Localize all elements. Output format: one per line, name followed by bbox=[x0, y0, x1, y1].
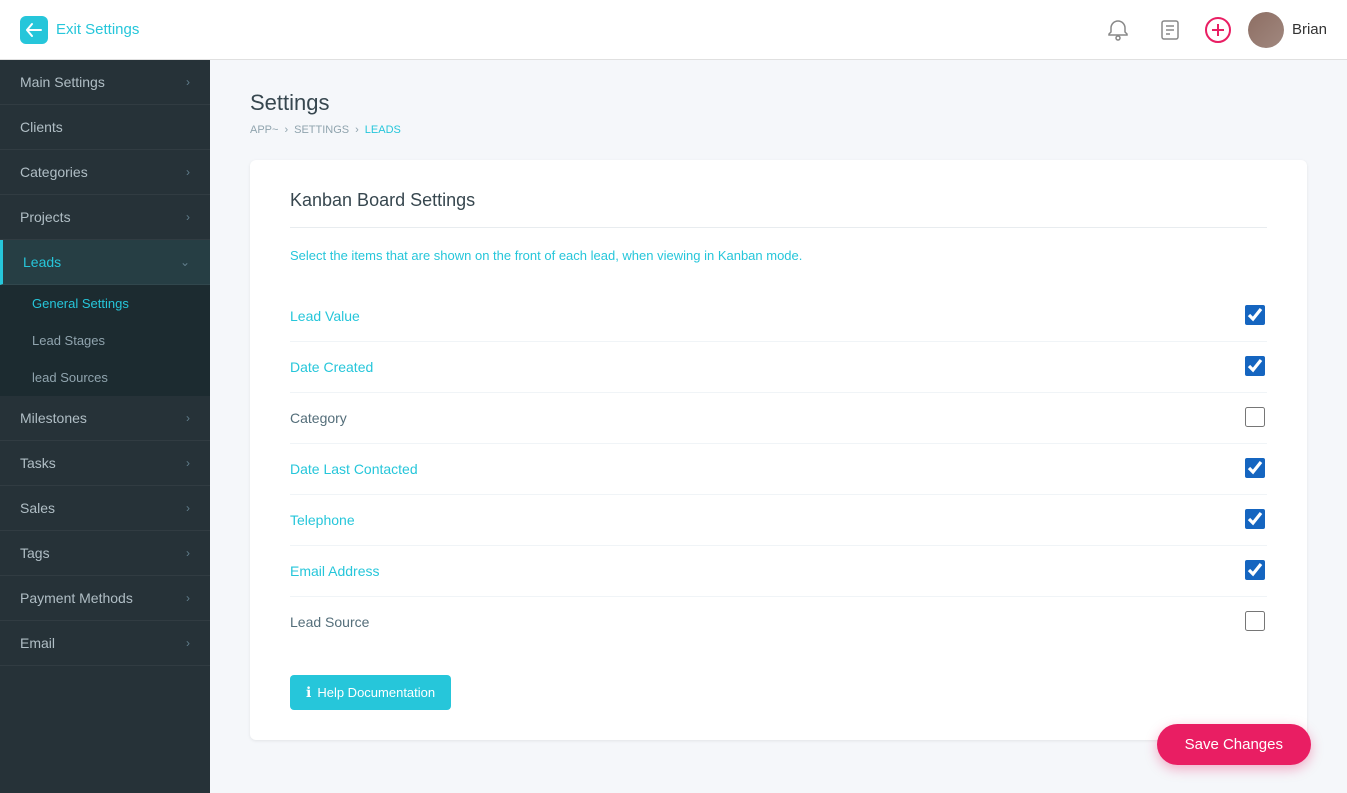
chevron-right-icon: › bbox=[186, 210, 190, 224]
sidebar-item-milestones[interactable]: Milestones › bbox=[0, 396, 210, 441]
sidebar-item-projects[interactable]: Projects › bbox=[0, 195, 210, 240]
chevron-right-icon: › bbox=[186, 411, 190, 425]
checkbox-telephone[interactable] bbox=[1245, 509, 1265, 529]
page-title: Settings bbox=[250, 90, 1307, 116]
checkbox-row: Category bbox=[290, 393, 1267, 444]
field-label-date-created: Date Created bbox=[290, 359, 1245, 375]
sidebar-item-tags[interactable]: Tags › bbox=[0, 531, 210, 576]
user-info[interactable]: Brian bbox=[1248, 12, 1327, 48]
sidebar-item-lead-stages[interactable]: Lead Stages bbox=[0, 322, 210, 359]
sidebar-item-leads[interactable]: Leads ⌄ bbox=[0, 240, 210, 285]
sidebar-item-payment-methods[interactable]: Payment Methods › bbox=[0, 576, 210, 621]
sidebar-item-sales[interactable]: Sales › bbox=[0, 486, 210, 531]
avatar bbox=[1248, 12, 1284, 48]
help-documentation-button[interactable]: ℹ Help Documentation bbox=[290, 675, 451, 710]
field-label-lead-value: Lead Value bbox=[290, 308, 1245, 324]
checkbox-row: Telephone bbox=[290, 495, 1267, 546]
info-icon: ℹ bbox=[306, 684, 311, 701]
card-footer: ℹ Help Documentation bbox=[290, 675, 1267, 710]
checkbox-row: Date Created bbox=[290, 342, 1267, 393]
chevron-right-icon: › bbox=[186, 75, 190, 89]
checkbox-row: Lead Value bbox=[290, 291, 1267, 342]
card-title: Kanban Board Settings bbox=[290, 190, 1267, 228]
sidebar-item-categories[interactable]: Categories › bbox=[0, 150, 210, 195]
checkbox-category[interactable] bbox=[1245, 407, 1265, 427]
sidebar-item-email[interactable]: Email › bbox=[0, 621, 210, 666]
checkbox-date-last-contacted[interactable] bbox=[1245, 458, 1265, 478]
checkbox-row: Email Address bbox=[290, 546, 1267, 597]
checkbox-lead-source[interactable] bbox=[1245, 611, 1265, 631]
breadcrumb-settings: SETTINGS bbox=[294, 124, 349, 136]
checkbox-row: Date Last Contacted bbox=[290, 444, 1267, 495]
card-description: Select the items that are shown on the f… bbox=[290, 248, 1267, 263]
exit-settings-button[interactable]: Exit Settings bbox=[20, 16, 139, 44]
field-label-lead-source: Lead Source bbox=[290, 614, 1245, 630]
chevron-right-icon: › bbox=[186, 501, 190, 515]
breadcrumb-app: APP~ bbox=[250, 124, 278, 136]
chevron-right-icon: › bbox=[186, 546, 190, 560]
top-header: Exit Settings bbox=[0, 0, 1347, 60]
checkbox-lead-value[interactable] bbox=[1245, 305, 1265, 325]
add-button[interactable] bbox=[1204, 16, 1232, 44]
notes-button[interactable] bbox=[1152, 12, 1188, 48]
sidebar-item-general-settings[interactable]: General Settings bbox=[0, 285, 210, 322]
sidebar-sub-leads: General Settings Lead Stages lead Source… bbox=[0, 285, 210, 396]
header-right: Brian bbox=[1100, 12, 1327, 48]
chevron-down-icon: ⌄ bbox=[180, 255, 190, 269]
chevron-right-icon: › bbox=[186, 591, 190, 605]
breadcrumb: APP~ › SETTINGS › LEADS bbox=[250, 124, 1307, 136]
checkbox-row: Lead Source bbox=[290, 597, 1267, 647]
sidebar: Main Settings › Clients Categories › Pro… bbox=[0, 60, 210, 793]
breadcrumb-current: LEADS bbox=[365, 124, 401, 136]
chevron-right-icon: › bbox=[186, 456, 190, 470]
save-changes-button[interactable]: Save Changes bbox=[1157, 724, 1311, 765]
field-label-category: Category bbox=[290, 410, 1245, 426]
field-label-email-address: Email Address bbox=[290, 563, 1245, 579]
field-label-telephone: Telephone bbox=[290, 512, 1245, 528]
sidebar-item-tasks[interactable]: Tasks › bbox=[0, 441, 210, 486]
sidebar-item-clients[interactable]: Clients bbox=[0, 105, 210, 150]
checkbox-email-address[interactable] bbox=[1245, 560, 1265, 580]
main-content: Settings APP~ › SETTINGS › LEADS Kanban … bbox=[210, 60, 1347, 793]
checkbox-rows: Lead Value Date Created Category Date Last … bbox=[290, 291, 1267, 647]
checkbox-date-created[interactable] bbox=[1245, 356, 1265, 376]
notifications-button[interactable] bbox=[1100, 12, 1136, 48]
settings-card: Kanban Board Settings Select the items t… bbox=[250, 160, 1307, 740]
user-name: Brian bbox=[1292, 21, 1327, 38]
sidebar-item-lead-sources[interactable]: lead Sources bbox=[0, 359, 210, 396]
exit-icon bbox=[20, 16, 48, 44]
sidebar-item-main-settings[interactable]: Main Settings › bbox=[0, 60, 210, 105]
field-label-date-last-contacted: Date Last Contacted bbox=[290, 461, 1245, 477]
chevron-right-icon: › bbox=[186, 165, 190, 179]
chevron-right-icon: › bbox=[186, 636, 190, 650]
